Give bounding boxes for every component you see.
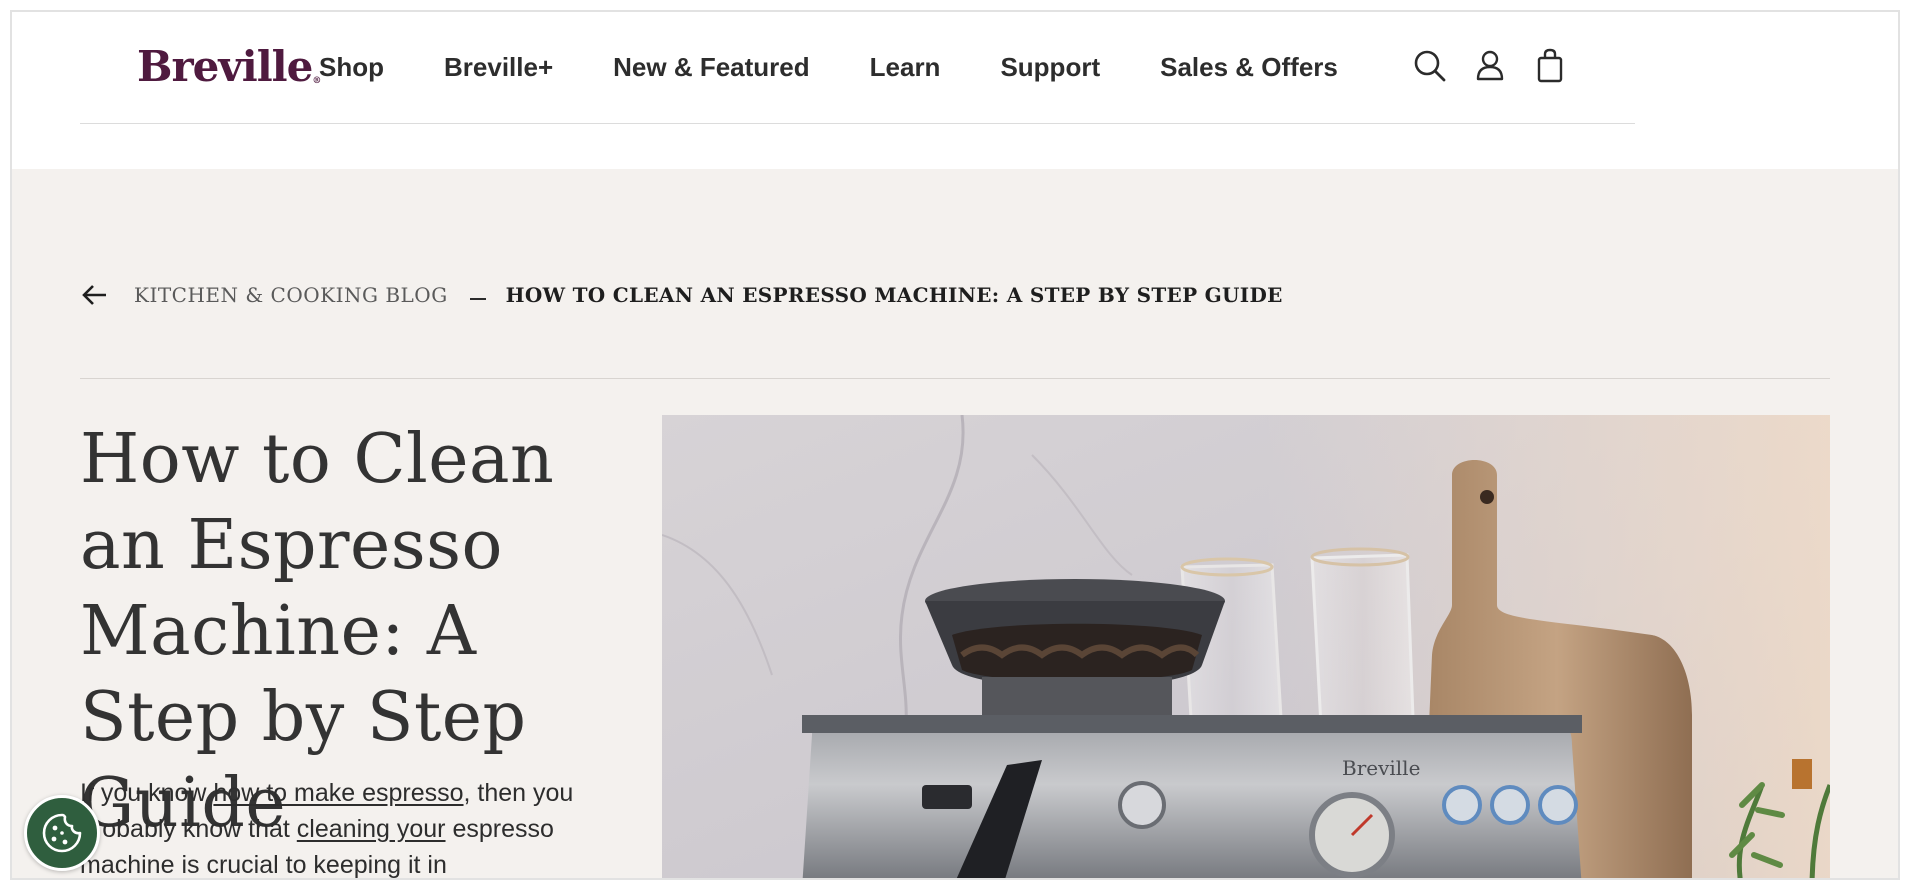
nav-shop[interactable]: Shop xyxy=(319,50,384,84)
breadcrumb: KITCHEN & COOKING BLOG HOW TO CLEAN AN E… xyxy=(80,280,1283,310)
main-nav: Shop Breville+ New & Featured Learn Supp… xyxy=(319,50,1398,84)
account-icon[interactable] xyxy=(1470,46,1510,86)
machine-brand-label: Breville xyxy=(1342,756,1420,780)
cookie-icon xyxy=(42,813,82,853)
arrow-left-icon[interactable] xyxy=(80,280,110,310)
nav-breville-plus[interactable]: Breville+ xyxy=(444,50,553,84)
nav-support[interactable]: Support xyxy=(1000,50,1100,84)
breadcrumb-current: HOW TO CLEAN AN ESPRESSO MACHINE: A STEP… xyxy=(505,283,1283,307)
browser-viewport: Breville® Shop Breville+ New & Featured … xyxy=(10,10,1900,880)
article-section: KITCHEN & COOKING BLOG HOW TO CLEAN AN E… xyxy=(12,169,1898,878)
breadcrumb-parent-link[interactable]: KITCHEN & COOKING BLOG xyxy=(134,283,448,307)
content-divider xyxy=(80,378,1830,379)
intro-text-1: If you know xyxy=(80,779,214,807)
breville-logo[interactable]: Breville® xyxy=(137,42,321,92)
breadcrumb-separator xyxy=(469,298,486,300)
nav-new-featured[interactable]: New & Featured xyxy=(613,50,810,84)
article-intro: If you know how to make espresso, then y… xyxy=(80,775,600,878)
cart-icon[interactable] xyxy=(1530,46,1570,86)
nav-learn[interactable]: Learn xyxy=(870,50,941,84)
site-header: Breville® Shop Breville+ New & Featured … xyxy=(12,12,1898,168)
search-icon[interactable] xyxy=(1410,46,1450,86)
nav-sales-offers[interactable]: Sales & Offers xyxy=(1160,50,1338,84)
link-cleaning-your[interactable]: cleaning your xyxy=(297,815,446,843)
link-how-to-make-espresso[interactable]: how to make espresso xyxy=(213,779,463,807)
header-divider xyxy=(80,123,1635,124)
logo-text: Breville xyxy=(137,42,313,91)
cookie-settings-button[interactable] xyxy=(24,795,100,871)
espresso-machine-photo: Breville xyxy=(662,415,1830,878)
